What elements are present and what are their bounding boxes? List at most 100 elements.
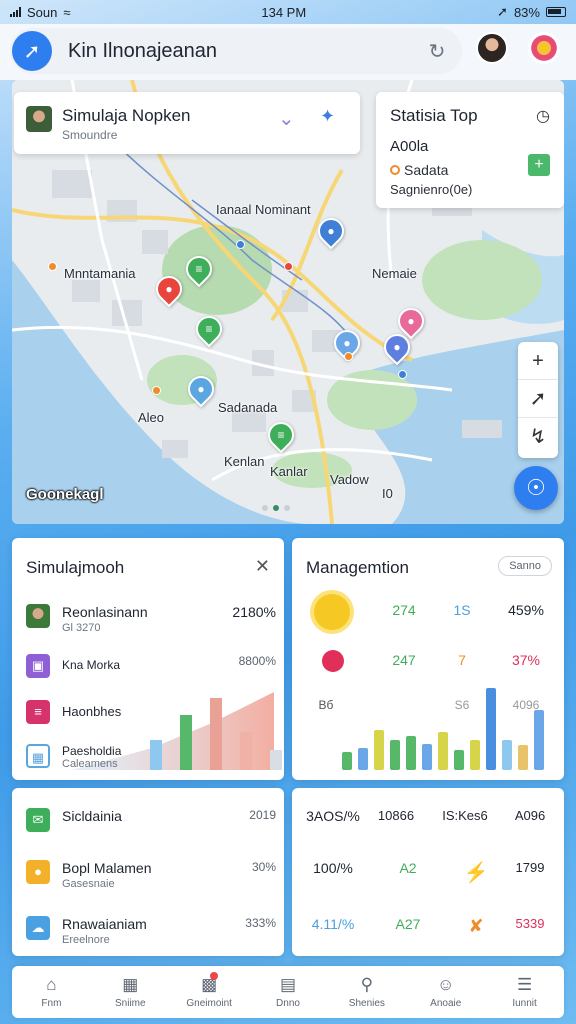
account-icon: ☺ [437,975,455,994]
chart-bar [438,732,448,770]
battery-icon [545,7,566,17]
place-card[interactable]: Simulaja Nopken Smoundre ⌄ ✦ [14,92,360,154]
settings-flower-icon[interactable] [528,32,560,64]
signal-icon [10,7,21,17]
list-item[interactable]: ≡ Haonbhes [26,696,276,736]
item-value: 2019 [249,808,276,822]
kpi-value: IS:Kes6 [442,808,488,823]
map-controls: + ➚ ↯ [518,342,558,458]
kpi-value: 4.11/% [311,916,355,932]
nav-shares[interactable]: ⚲ Shenies [327,966,406,1018]
chat-icon: ✉ [26,808,50,832]
route-icon[interactable]: ➚ [518,380,558,418]
avatar-icon [26,604,50,628]
item-name: Haonbhes [62,704,122,719]
ring-icon [390,165,400,175]
item-value: 2180% [232,604,276,620]
map-view[interactable]: ● ≡ ≡ ● ● ● ● ● ≡ Simulaja Nopken Smound… [12,80,564,524]
reload-icon[interactable]: ↻ [422,39,452,64]
item-name: Kna Morka [62,658,121,672]
map-dot [398,370,407,379]
chart-bar [358,748,368,770]
bottom-nav: ⌂ Fnm ▦ Sniime ▩ Gneimoint ▤ Dnno ⚲ Shenies ☺… [12,966,564,1018]
kpi-value: 100/% [313,860,353,876]
list-icon: ≡ [26,700,50,724]
measure-icon[interactable]: ↯ [518,418,558,456]
chart-bar [518,745,528,770]
chart-bar [342,752,352,770]
chart-bar [454,750,464,770]
stats-card[interactable]: Statisia Top ◷ A00la Sadata Sagnienro(0e… [376,92,564,208]
item-sub: Ereelnore [62,934,110,946]
nav-home[interactable]: ⌂ Fnm [12,966,91,1018]
kpi-value: A096 [514,808,546,823]
nav-menu[interactable]: ☰ Iunnit [485,966,564,1018]
chart-bar [390,740,400,770]
status-time: 134 PM [261,4,307,20]
list-item[interactable]: ● Bopl Malamen Gasesnaie 30% [26,856,276,896]
cloud-icon: ☁ [26,916,50,940]
map-label: Mnntamania [64,266,136,281]
map-dot [152,386,161,395]
item-value: 8800% [238,654,276,668]
map-pager[interactable] [262,505,290,511]
list-item[interactable]: ▣ Kna Morka 8800% [26,650,276,690]
cross-tools-icon: ✘ [468,916,484,936]
chart-bar [470,740,480,770]
map-dot [284,262,293,271]
stats-row-label: Sadata [404,162,449,178]
list-item[interactable]: ✉ Sicldainia 2019 [26,804,276,844]
kpi-card: 3AOS/% 10866 IS:Kes6 A096 100/% A2 ⚡ 179… [292,788,564,956]
timer-icon[interactable]: ◷ [536,106,550,126]
map-dot [344,352,353,361]
pin-icon: ⚲ [360,975,374,994]
wifi-icon: ≈ [63,4,71,20]
nav-store[interactable]: ▦ Sniime [91,966,170,1018]
list-item[interactable]: ☁ Rnawaianiam Ereelnore 333% [26,912,276,952]
top-bar: ➚ Kin Ilnonajeanan ↻ [0,24,576,80]
list-item[interactable]: ▦ Paesholdia Caleamens [26,740,276,780]
list-item[interactable]: Reonlasinann Gl 3270 2180% [26,600,276,640]
item-value: 333% [245,916,276,930]
zoom-in-button[interactable]: + [518,342,558,380]
carrier-name: Soun [27,4,58,20]
status-bar: Soun ≈ 134 PM ➚ 83% [0,0,576,24]
map-label: Sadanada [218,400,278,415]
add-icon[interactable]: + [528,154,550,176]
battery-percent: 83% [513,4,540,20]
header-title: Kin Ilnonajeanan [68,39,218,62]
kpi-value: 3AOS/% [306,808,360,824]
map-name: Goonekagl [26,486,104,503]
item-name: Rnawaianiam [62,916,147,932]
stats-title: Statisia Top [390,106,478,125]
mgmt-bar-chart [342,688,544,770]
doc-icon: ▤ [279,975,297,994]
nav-account[interactable]: ☺ Anoaie [406,966,485,1018]
map-label: Vadow [330,472,369,487]
place-subtitle: Smoundre [62,128,118,142]
chart-bar [486,688,496,770]
box-icon: ▣ [26,654,50,678]
nav-docs[interactable]: ▤ Dnno [249,966,328,1018]
avatar[interactable] [476,32,508,64]
kpi-value: 5339 [515,916,545,931]
app-logo-icon[interactable]: ➚ [12,31,52,71]
home-icon: ⌂ [46,975,57,994]
chevron-down-icon[interactable]: ⌄ [278,106,295,131]
chart-bar [374,730,384,770]
kpi-value: A2 [399,860,417,876]
place-thumbnail [26,106,52,132]
map-label: Kanlar [270,464,308,479]
kpi-row: 3AOS/% 10866 IS:Kes6 A096 [306,808,556,844]
menu-icon: ☰ [516,975,533,994]
tool-icon[interactable]: ✦ [320,106,335,127]
item-sub: Gasesnaie [62,878,115,890]
search-bar[interactable]: ➚ Kin Ilnonajeanan ↻ [10,28,462,74]
kpi-value: A27 [395,916,421,932]
kpi-value: 1799 [515,860,545,875]
map-dot [48,262,57,271]
coin-icon: ● [26,860,50,884]
nav-notifications[interactable]: ▩ Gneimoint [170,966,249,1018]
locate-button[interactable]: ☉ [514,466,558,510]
kpi-row: 100/% A2 ⚡ 1799 [306,860,556,896]
